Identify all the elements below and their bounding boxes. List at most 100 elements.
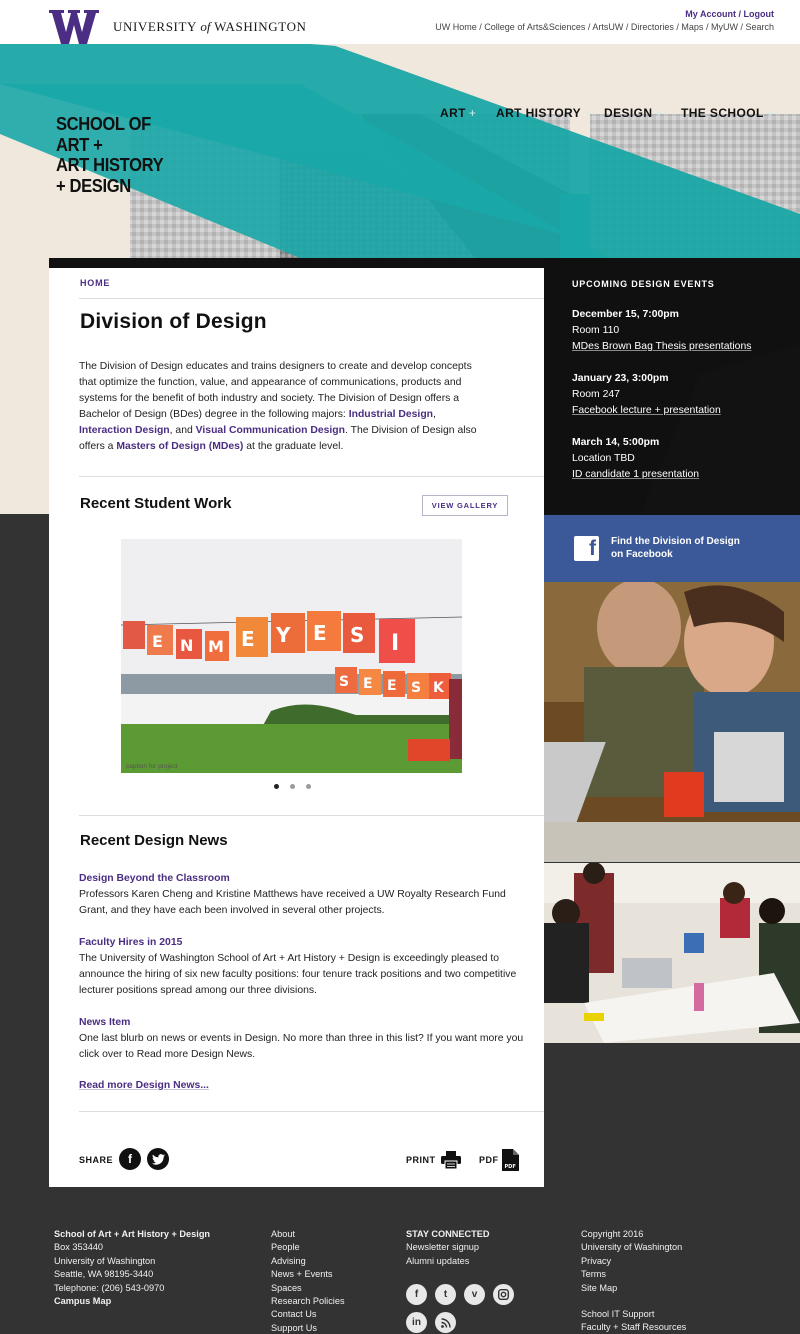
wordmark-university: UNIVERSITY bbox=[113, 19, 197, 34]
footer-vimeo-icon[interactable]: v bbox=[464, 1284, 485, 1305]
footer-linkedin-icon[interactable]: in bbox=[406, 1312, 427, 1333]
newsletter-signup-link[interactable]: Newsletter signup bbox=[406, 1241, 490, 1254]
gallery-dot-2[interactable] bbox=[290, 784, 295, 789]
footer-nav: About People Advising News + Events Spac… bbox=[271, 1228, 345, 1334]
gallery-caption: caption for project bbox=[126, 763, 178, 770]
wordmark-washington: WASHINGTON bbox=[214, 19, 307, 34]
event-date: January 23, 3:00pm bbox=[572, 373, 669, 384]
footer: School of Art + Art History + Design Box… bbox=[0, 1187, 800, 1334]
nav-label: ART bbox=[440, 106, 466, 120]
gallery-dot-1[interactable] bbox=[274, 784, 279, 789]
footer-city: Seattle, WA 98195-3440 bbox=[54, 1269, 154, 1280]
svg-text:PDF: PDF bbox=[505, 1164, 516, 1170]
footer-link-people[interactable]: People bbox=[271, 1241, 345, 1254]
campus-map-link[interactable]: Campus Map bbox=[54, 1295, 210, 1308]
share-facebook-icon[interactable]: f bbox=[119, 1148, 141, 1170]
svg-text:S: S bbox=[350, 623, 364, 647]
masters-of-design-link[interactable]: Masters of Design (MDes) bbox=[116, 441, 243, 452]
footer-stay-connected: STAY CONNECTED Newsletter signup Alumni … bbox=[406, 1228, 490, 1268]
industrial-design-link[interactable]: Industrial Design bbox=[349, 409, 433, 420]
footer-rss-icon[interactable] bbox=[435, 1312, 456, 1333]
school-logo[interactable]: SCHOOL OF ART + ART HISTORY + DESIGN bbox=[56, 114, 164, 196]
nav-item-the-school[interactable]: THE SCHOOL + bbox=[681, 106, 774, 120]
util-link-maps[interactable]: Maps bbox=[681, 22, 703, 32]
facebook-promo[interactable]: f Find the Division of Design on Faceboo… bbox=[544, 515, 800, 582]
visual-communication-design-link[interactable]: Visual Communication Design bbox=[196, 425, 345, 436]
gallery-dot-3[interactable] bbox=[306, 784, 311, 789]
uw-w-logo-icon[interactable] bbox=[49, 10, 99, 44]
footer-link-staff-resources[interactable]: Faculty + Staff Resources bbox=[581, 1321, 686, 1334]
print-button[interactable]: PRINT bbox=[406, 1155, 436, 1165]
event-title-link[interactable]: Facebook lecture + presentation bbox=[572, 403, 721, 419]
footer-link-privacy[interactable]: Privacy bbox=[581, 1255, 686, 1268]
interaction-design-link[interactable]: Interaction Design bbox=[79, 425, 170, 436]
svg-text:M: M bbox=[208, 637, 224, 656]
news-item-title[interactable]: Faculty Hires in 2015 bbox=[79, 935, 524, 951]
event-title-link[interactable]: MDes Brown Bag Thesis presentations bbox=[572, 339, 751, 355]
footer-address: School of Art + Art History + Design Box… bbox=[54, 1228, 210, 1308]
event-item: January 23, 3:00pm Room 247 Facebook lec… bbox=[572, 371, 721, 419]
footer-link-site-map[interactable]: Site Map bbox=[581, 1282, 686, 1295]
svg-text:E: E bbox=[313, 621, 327, 645]
footer-link-terms[interactable]: Terms bbox=[581, 1268, 686, 1281]
read-more-news-link[interactable]: Read more Design News... bbox=[79, 1080, 209, 1091]
sidebar-photo-students bbox=[544, 863, 800, 1043]
account-links: My Account / Logout bbox=[685, 9, 774, 19]
footer-link-research-policies[interactable]: Research Policies bbox=[271, 1295, 345, 1308]
my-account-link[interactable]: My Account bbox=[685, 9, 736, 19]
footer-instagram-icon[interactable] bbox=[493, 1284, 514, 1305]
footer-facebook-icon[interactable]: f bbox=[406, 1284, 427, 1305]
intro-text: , and bbox=[169, 425, 196, 436]
printer-icon[interactable] bbox=[441, 1151, 461, 1169]
footer-link-contact-us[interactable]: Contact Us bbox=[271, 1308, 345, 1321]
nav-item-art[interactable]: ART + bbox=[440, 106, 476, 120]
footer-link-about[interactable]: About bbox=[271, 1228, 345, 1241]
logout-link[interactable]: Logout bbox=[744, 9, 775, 19]
news-item-title[interactable]: Design Beyond the Classroom bbox=[79, 871, 524, 887]
footer-link-uw[interactable]: University of Washington bbox=[581, 1241, 686, 1254]
pdf-file-icon[interactable]: PDF bbox=[502, 1149, 519, 1171]
share-twitter-icon[interactable] bbox=[147, 1148, 169, 1170]
event-title-link[interactable]: ID candidate 1 presentation bbox=[572, 467, 699, 483]
svg-text:S: S bbox=[339, 674, 349, 690]
view-gallery-button[interactable]: VIEW GALLERY bbox=[422, 495, 508, 516]
uw-wordmark[interactable]: UNIVERSITY of WASHINGTON bbox=[113, 19, 307, 35]
breadcrumb-home[interactable]: HOME bbox=[80, 278, 110, 288]
sidebar-photo-workshop bbox=[544, 582, 800, 862]
util-link-search[interactable]: Search bbox=[745, 22, 774, 32]
intro-paragraph: The Division of Design educates and trai… bbox=[79, 359, 489, 455]
school-logo-line: ART HISTORY bbox=[56, 155, 164, 175]
util-link-myuw[interactable]: MyUW bbox=[711, 22, 738, 32]
news-item-title[interactable]: News Item bbox=[79, 1015, 524, 1031]
util-link-college[interactable]: College of Arts&Sciences bbox=[484, 22, 585, 32]
nav-item-art-history[interactable]: ART HISTORY + bbox=[496, 106, 592, 120]
util-link-artsuw[interactable]: ArtsUW bbox=[592, 22, 623, 32]
nav-item-design[interactable]: DESIGN + bbox=[604, 106, 663, 120]
util-link-directories[interactable]: Directories bbox=[631, 22, 674, 32]
page-title: Division of Design bbox=[80, 310, 267, 333]
footer-link-support-us[interactable]: Support Us bbox=[271, 1322, 345, 1334]
pdf-button[interactable]: PDF bbox=[479, 1155, 499, 1165]
wordmark-of: of bbox=[200, 19, 211, 34]
utility-nav: UW Home / College of Arts&Sciences / Art… bbox=[435, 22, 774, 32]
nav-label: DESIGN bbox=[604, 106, 653, 120]
divider bbox=[79, 815, 544, 816]
footer-link-spaces[interactable]: Spaces bbox=[271, 1282, 345, 1295]
alumni-updates-link[interactable]: Alumni updates bbox=[406, 1255, 490, 1268]
school-logo-line: ART + bbox=[56, 134, 103, 155]
footer-link-it-support[interactable]: School IT Support bbox=[581, 1308, 686, 1321]
twitter-bird-icon bbox=[151, 1153, 165, 1165]
content-card: HOME Division of Design The Division of … bbox=[49, 258, 544, 1187]
svg-text:E: E bbox=[152, 632, 163, 651]
divider bbox=[79, 298, 544, 299]
svg-text:N: N bbox=[180, 636, 193, 655]
util-link-uw-home[interactable]: UW Home bbox=[435, 22, 477, 32]
footer-box: Box 353440 bbox=[54, 1242, 104, 1253]
svg-text:E: E bbox=[241, 627, 255, 651]
event-location: Room 110 bbox=[572, 325, 620, 336]
footer-link-news-events[interactable]: News + Events bbox=[271, 1268, 345, 1281]
footer-link-advising[interactable]: Advising bbox=[271, 1255, 345, 1268]
footer-twitter-icon[interactable]: t bbox=[435, 1284, 456, 1305]
gallery-slide-image[interactable]: E N M E Y E S I S E E S K caption for pr… bbox=[121, 539, 462, 773]
workshop-photo bbox=[544, 582, 800, 862]
